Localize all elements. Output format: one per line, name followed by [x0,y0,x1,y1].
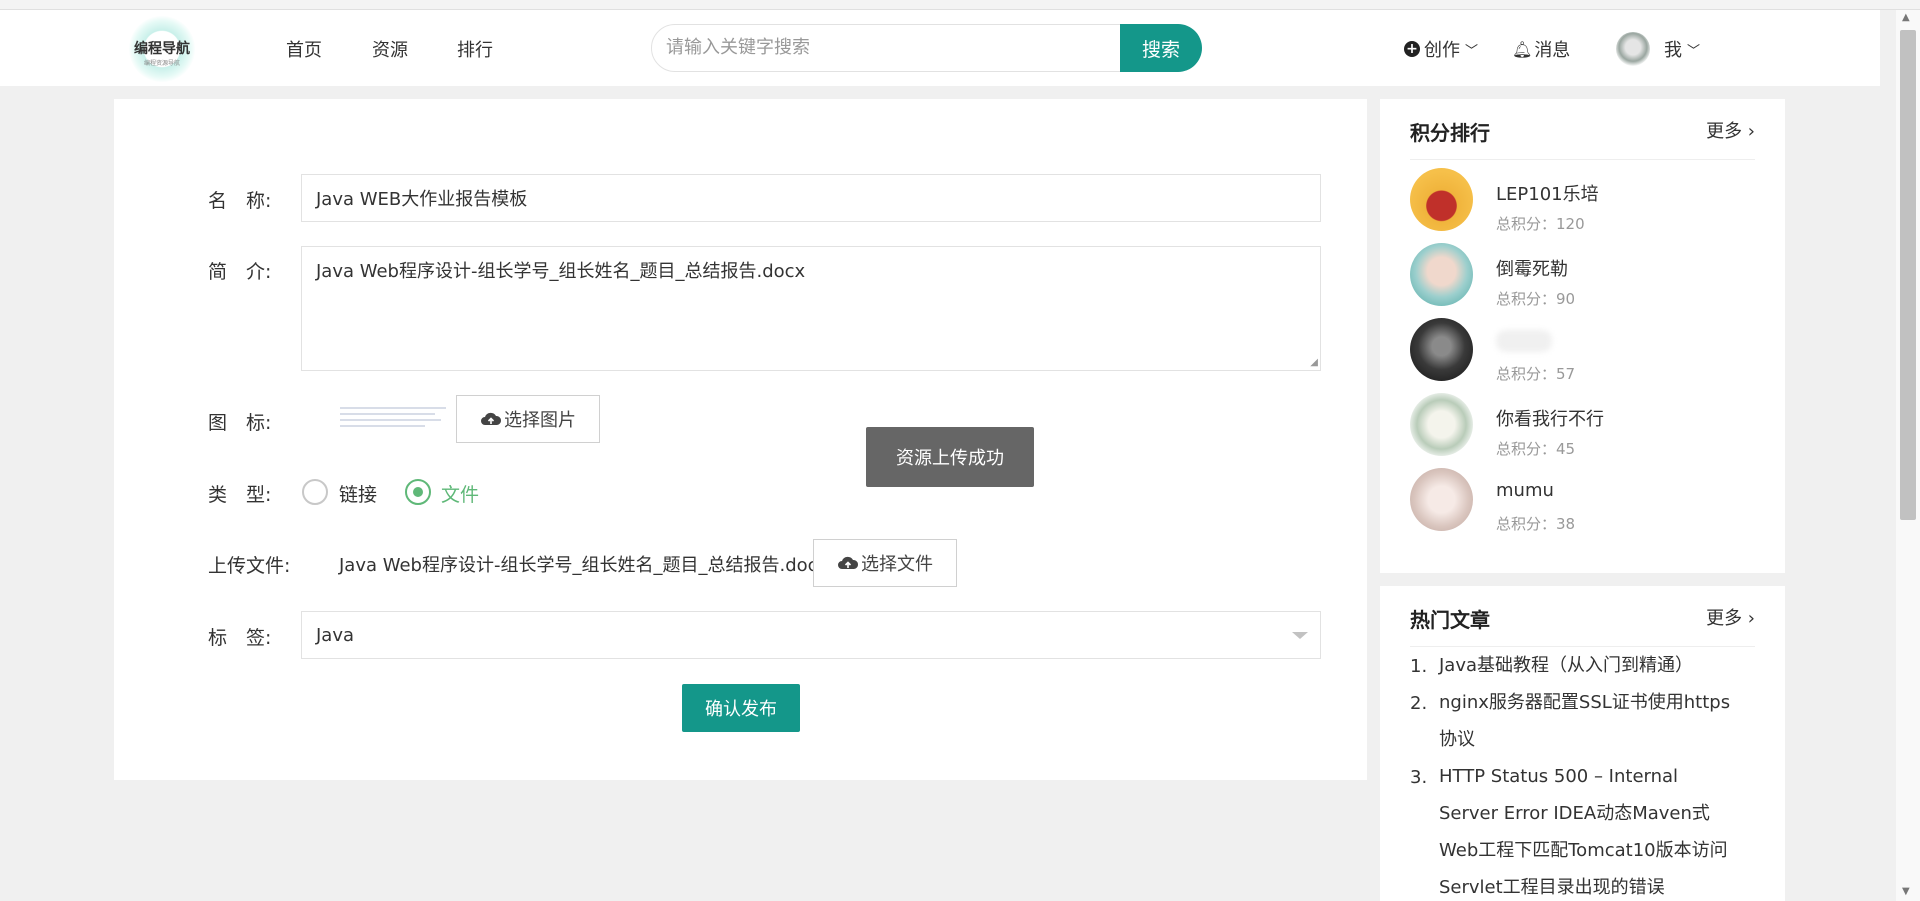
resize-handle-icon[interactable]: ◢ [1310,357,1318,368]
ranking-title: 积分排行 [1410,121,1490,145]
article-number: 1. [1410,656,1428,677]
chevron-down-icon: ﹀ [1687,43,1701,59]
type-radio-link[interactable] [302,479,328,505]
bell-icon: 🔔︎ [1512,39,1533,59]
chevron-right-icon: › [1742,121,1755,142]
search-input[interactable] [666,25,1086,69]
scroll-down-icon[interactable]: ▼ [1902,886,1910,897]
chevron-down-icon: ﹀ [1465,43,1479,59]
article-number: 2. [1410,693,1428,714]
name-label: 名 称: [208,190,272,212]
type-label: 类 型: [208,484,272,506]
upload-label: 上传文件: [208,555,291,577]
icon-label: 图 标: [208,412,272,434]
rank-score: 总积分：120 [1496,215,1585,233]
page-scrollbar-thumb[interactable] [1900,30,1916,520]
scroll-up-icon[interactable]: ▲ [1902,12,1910,23]
submit-button[interactable]: 确认发布 [682,684,800,732]
hot-articles-title: 热门文章 [1410,608,1490,632]
search-button[interactable]: 搜索 [1120,24,1202,72]
user-menu[interactable]: 我 ﹀ [1664,36,1700,62]
choose-file-label: 选择文件 [861,554,933,575]
hot-articles-more-label: 更多 [1706,608,1743,629]
tag-value: Java [316,624,355,646]
plus-circle-icon: + [1404,41,1420,57]
article-link[interactable]: Java基础教程（从入门到精通） [1439,647,1739,684]
intro-value: Java Web程序设计-组长学号_组长姓名_题目_总结报告.docx [316,261,806,282]
choose-image-button[interactable]: 选择图片 [456,395,600,443]
blurred-rank-name[interactable] [1496,330,1552,352]
site-logo[interactable]: 编程导航 编程资源导航 [129,16,195,82]
hot-articles-more-link[interactable]: 更多 › [1706,604,1755,630]
ranking-more-link[interactable]: 更多 › [1706,117,1755,143]
caret-down-icon [1292,632,1308,639]
name-value: Java WEB大作业报告模板 [316,189,528,210]
messages-label: 消息 [1534,40,1571,61]
create-menu[interactable]: + 创作 ﹀ [1404,36,1478,62]
article-link[interactable]: HTTP Status 500 – Internal Server Error … [1439,758,1739,901]
rank-name[interactable]: 你看我行不行 [1496,405,1604,431]
choose-file-button[interactable]: 选择文件 [813,539,957,587]
intro-textarea[interactable]: Java Web程序设计-组长学号_组长姓名_题目_总结报告.docx ◢ [301,246,1321,371]
search-box [651,24,1121,72]
choose-image-label: 选择图片 [504,410,576,431]
browser-top-edge [0,0,1920,10]
points-ranking-card: 积分排行 更多 › LEP101乐培 总积分：120 倒霉死勒 总积分：90 总… [1380,99,1785,573]
type-option-file[interactable]: 文件 [441,480,479,507]
type-radio-file[interactable] [405,479,431,505]
avatar[interactable] [1410,168,1473,231]
rank-score: 总积分：45 [1496,440,1576,458]
article-link[interactable]: nginx服务器配置SSL证书使用https协议 [1439,684,1739,758]
messages-link[interactable]: 🔔︎ 消息 [1512,36,1570,62]
cloud-upload-icon [481,412,502,425]
icon-thumbnail [340,407,446,435]
ranking-more-label: 更多 [1706,121,1743,142]
upload-filename: Java Web程序设计-组长学号_组长姓名_题目_总结报告.docx [339,555,829,576]
intro-label: 简 介: [208,261,272,283]
logo-text: 编程导航 [134,41,190,57]
hot-articles-card: 热门文章 更多 › 1. Java基础教程（从入门到精通） 2. nginx服务… [1380,586,1785,901]
site-header: 编程导航 编程资源导航 首页 资源 排行 搜索 + 创作 ﹀ 🔔︎ 消息 我 ﹀ [0,10,1880,86]
logo-subtext: 编程资源导航 [143,60,180,67]
publish-form-card: 名 称: Java WEB大作业报告模板 简 介: Java Web程序设计-组… [114,99,1367,780]
nav-home[interactable]: 首页 [286,36,322,62]
nav-resources[interactable]: 资源 [372,36,408,62]
rank-score: 总积分：57 [1496,365,1576,383]
article-number: 3. [1410,767,1428,788]
avatar[interactable] [1410,243,1473,306]
avatar[interactable] [1410,393,1473,456]
type-option-link[interactable]: 链接 [339,480,377,507]
cloud-upload-icon [838,556,859,569]
tag-select[interactable]: Java [301,611,1321,659]
nav-ranking[interactable]: 排行 [457,36,493,62]
rank-score: 总积分：38 [1496,515,1576,533]
name-input[interactable]: Java WEB大作业报告模板 [301,174,1321,222]
success-toast: 资源上传成功 [866,427,1034,487]
user-avatar[interactable] [1616,32,1650,66]
tag-label: 标 签: [208,627,272,649]
rank-score: 总积分：90 [1496,290,1576,308]
rank-name[interactable]: 倒霉死勒 [1496,255,1568,281]
chevron-right-icon: › [1742,608,1755,629]
rank-name[interactable]: mumu [1496,480,1554,501]
avatar[interactable] [1410,318,1473,381]
avatar[interactable] [1410,468,1473,531]
divider [1410,159,1755,160]
rank-name[interactable]: LEP101乐培 [1496,180,1599,206]
user-menu-label: 我 [1664,40,1682,61]
create-label: 创作 [1424,40,1460,61]
